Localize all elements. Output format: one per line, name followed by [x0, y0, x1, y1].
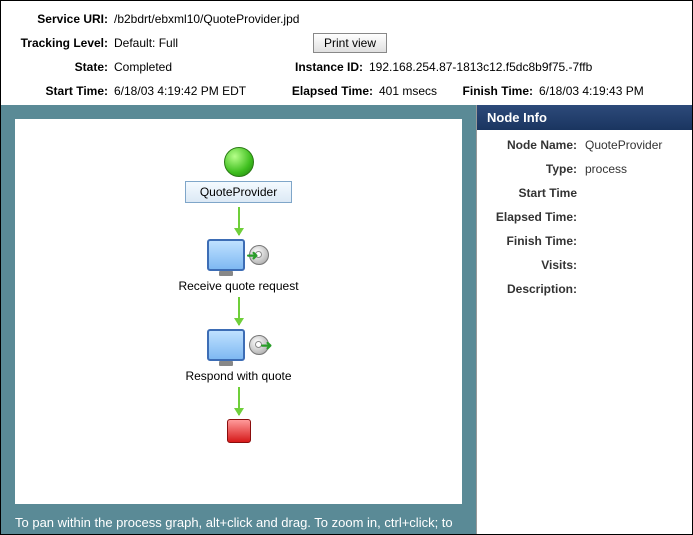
arrow-icon [238, 387, 240, 415]
arrow-icon [238, 207, 240, 235]
value-service-uri: /b2bdrt/ebxml10/QuoteProvider.jpd [114, 12, 299, 26]
label-service-uri: Service URI: [13, 12, 108, 26]
value-node-start [585, 186, 682, 200]
value-node-visits [585, 258, 682, 272]
app-window: Service URI: /b2bdrt/ebxml10/QuoteProvide… [0, 0, 693, 535]
root-node[interactable]: QuoteProvider [185, 181, 292, 203]
value-state: Completed [114, 60, 172, 74]
main-area: QuoteProvider ➜ Receive quote request [1, 105, 692, 534]
label-node-visits: Visits: [487, 258, 577, 272]
flow-diagram: QuoteProvider ➜ Receive quote request [129, 147, 349, 443]
arrow-icon [238, 297, 240, 325]
process-graph-canvas[interactable]: QuoteProvider ➜ Receive quote request [15, 119, 462, 504]
value-elapsed-time: 401 msecs [379, 84, 437, 98]
value-node-name: QuoteProvider [585, 138, 682, 152]
print-view-button[interactable]: Print view [313, 33, 387, 53]
label-node-type: Type: [487, 162, 577, 176]
label-node-start: Start Time [487, 186, 577, 200]
start-node-icon[interactable] [224, 147, 254, 177]
label-node-finish: Finish Time: [487, 234, 577, 248]
value-instance-id: 192.168.254.87-1813c12.f5dc8b9f75.-7ffb [369, 60, 592, 74]
process-graph-pane: QuoteProvider ➜ Receive quote request [1, 105, 476, 534]
value-node-finish [585, 234, 682, 248]
label-node-elapsed: Elapsed Time: [487, 210, 577, 224]
label-instance-id: Instance ID: [283, 60, 363, 74]
value-finish-time: 6/18/03 4:19:43 PM [539, 84, 644, 98]
end-node-icon[interactable] [227, 419, 251, 443]
label-node-description: Description: [487, 282, 577, 296]
label-elapsed-time: Elapsed Time: [283, 84, 373, 98]
monitor-icon [207, 239, 245, 271]
value-tracking-level: Default: Full [114, 36, 178, 50]
step-receive[interactable]: ➜ Receive quote request [178, 239, 298, 293]
value-node-elapsed [585, 210, 682, 224]
node-info-title: Node Info [477, 105, 692, 130]
step-label: Respond with quote [185, 369, 291, 383]
send-icon: ➜ [249, 335, 269, 355]
label-start-time: Start Time: [13, 84, 108, 98]
value-node-type: process [585, 162, 682, 176]
label-node-name: Node Name: [487, 138, 577, 152]
label-tracking-level: Tracking Level: [13, 36, 108, 50]
graph-hint-text: To pan within the process graph, alt+cli… [15, 515, 476, 530]
value-node-description [585, 282, 682, 296]
step-respond[interactable]: ➜ Respond with quote [185, 329, 291, 383]
node-info-panel: Node Info Node Name: QuoteProvider Type: p… [476, 105, 692, 534]
monitor-icon [207, 329, 245, 361]
label-state: State: [13, 60, 108, 74]
receive-icon: ➜ [249, 245, 269, 265]
details-header: Service URI: /b2bdrt/ebxml10/QuoteProvide… [1, 1, 692, 109]
step-label: Receive quote request [178, 279, 298, 293]
label-finish-time: Finish Time: [453, 84, 533, 98]
value-start-time: 6/18/03 4:19:42 PM EDT [114, 84, 246, 98]
